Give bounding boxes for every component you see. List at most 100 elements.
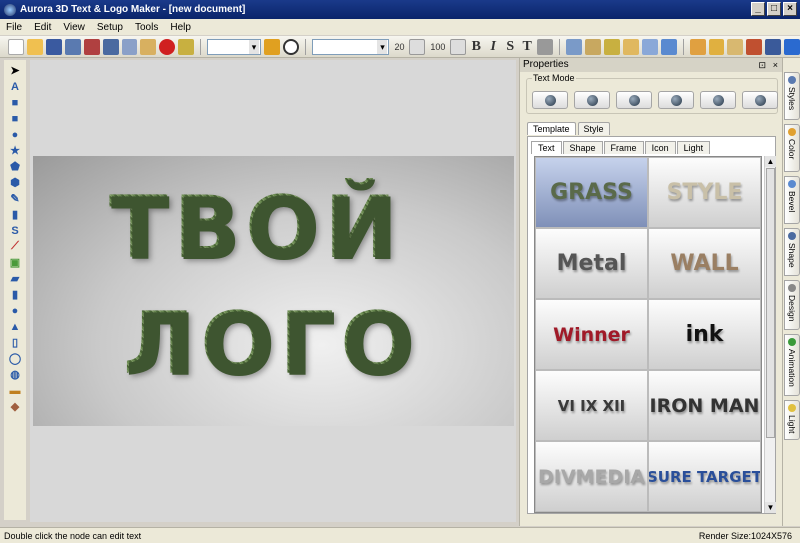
close-button[interactable]: × bbox=[783, 2, 797, 16]
scale-stepper-icon[interactable] bbox=[450, 38, 467, 55]
play-icon[interactable] bbox=[282, 38, 299, 55]
star-icon[interactable]: ★ bbox=[9, 144, 22, 157]
close-panel-icon[interactable]: × bbox=[773, 58, 778, 72]
side-tab-bevel[interactable]: Bevel bbox=[784, 176, 800, 224]
template-thumbnail[interactable]: GRASS bbox=[535, 157, 648, 228]
render-icon[interactable] bbox=[765, 38, 782, 55]
design-canvas[interactable]: ТВОЙ ЛОГО bbox=[33, 156, 514, 426]
logo-text-line-1[interactable]: ТВОЙ bbox=[109, 178, 402, 278]
copy-icon[interactable] bbox=[121, 38, 138, 55]
pen-icon[interactable]: ✎ bbox=[9, 192, 22, 205]
template-thumbnail[interactable]: WALL bbox=[648, 228, 761, 299]
strikeout-button[interactable]: S bbox=[503, 39, 517, 55]
template-thumbnail[interactable]: ink bbox=[648, 299, 761, 370]
minimize-button[interactable]: _ bbox=[751, 2, 765, 16]
side-tab-animation[interactable]: Animation bbox=[784, 334, 800, 396]
canvas-area[interactable]: ТВОЙ ЛОГО bbox=[30, 60, 516, 522]
text-mode-flat-button[interactable] bbox=[532, 91, 568, 109]
template-thumbnail[interactable]: IRON MAN bbox=[648, 370, 761, 441]
menu-edit[interactable]: Edit bbox=[34, 22, 51, 33]
side-tab-shape[interactable]: Shape bbox=[784, 228, 800, 276]
picture-icon[interactable]: ▬ bbox=[9, 384, 22, 397]
s-shape-icon[interactable]: S bbox=[9, 224, 22, 237]
scale-value[interactable]: 100 bbox=[428, 42, 447, 52]
menu-setup[interactable]: Setup bbox=[97, 22, 123, 33]
light-icon[interactable] bbox=[746, 38, 763, 55]
font-size-stepper-icon[interactable] bbox=[409, 38, 426, 55]
save-icon[interactable] bbox=[45, 38, 62, 55]
subtab-frame[interactable]: Frame bbox=[603, 141, 644, 154]
rounded-rectangle-icon[interactable]: ■ bbox=[9, 112, 22, 125]
text-icon[interactable]: A bbox=[9, 80, 22, 93]
scroll-thumb[interactable] bbox=[766, 168, 775, 438]
cone-icon[interactable]: ▲ bbox=[9, 320, 22, 333]
globe-icon[interactable]: ◍ bbox=[9, 368, 22, 381]
pin-icon[interactable]: ⊡ bbox=[758, 58, 766, 72]
scroll-down-icon[interactable]: ▼ bbox=[765, 502, 776, 513]
menu-help[interactable]: Help bbox=[170, 22, 191, 33]
layer-icon[interactable] bbox=[566, 38, 582, 55]
sphere-shape-icon[interactable]: ● bbox=[9, 304, 22, 317]
template-thumbnail[interactable]: SURE TARGET bbox=[648, 441, 761, 512]
template-thumbnail[interactable]: DIVMEDIA bbox=[535, 441, 648, 512]
sphere-icon[interactable] bbox=[660, 38, 677, 55]
subtab-shape[interactable]: Shape bbox=[562, 141, 603, 154]
italic-button[interactable]: I bbox=[486, 39, 500, 55]
menu-tools[interactable]: Tools bbox=[135, 22, 158, 33]
group-icon[interactable] bbox=[584, 38, 601, 55]
cut-icon[interactable] bbox=[102, 38, 119, 55]
subtab-icon[interactable]: Icon bbox=[644, 141, 676, 154]
menu-file[interactable]: File bbox=[6, 22, 22, 33]
side-tab-design[interactable]: Design bbox=[784, 280, 800, 330]
bold-button[interactable]: B bbox=[469, 39, 483, 55]
template-scrollbar[interactable]: ▲ ▼ bbox=[764, 156, 776, 513]
delete-icon[interactable] bbox=[159, 38, 176, 55]
circle-icon[interactable]: ● bbox=[9, 128, 22, 141]
text-mode-round-button[interactable] bbox=[616, 91, 652, 109]
line-icon[interactable]: ⟋ bbox=[9, 240, 22, 253]
logo-text-line-2[interactable]: ЛОГО bbox=[123, 294, 419, 394]
rectangle-icon[interactable]: ■ bbox=[9, 96, 22, 109]
background-icon[interactable] bbox=[784, 38, 800, 55]
menu-view[interactable]: View bbox=[63, 22, 85, 33]
text-style-button[interactable]: T bbox=[520, 39, 534, 55]
text-mode-bevel-button[interactable] bbox=[700, 91, 736, 109]
torus-icon[interactable]: ◯ bbox=[9, 352, 22, 365]
text-mode-extrude-button[interactable] bbox=[574, 91, 610, 109]
box-icon[interactable] bbox=[622, 38, 639, 55]
maximize-button[interactable]: □ bbox=[767, 2, 781, 16]
style-select[interactable] bbox=[207, 38, 261, 55]
side-tab-styles[interactable]: Styles bbox=[784, 72, 800, 120]
cylinder-icon[interactable]: ▮ bbox=[9, 288, 22, 301]
pencil-icon[interactable] bbox=[263, 38, 280, 55]
template-thumbnail[interactable]: Winner bbox=[535, 299, 648, 370]
text-mode-cap-button[interactable] bbox=[742, 91, 778, 109]
rotate-icon[interactable] bbox=[641, 38, 658, 55]
side-tab-color[interactable]: Color bbox=[784, 124, 800, 172]
tab-template[interactable]: Template bbox=[527, 122, 576, 135]
tube-icon[interactable]: ▯ bbox=[9, 336, 22, 349]
text-block-icon[interactable]: ▮ bbox=[9, 208, 22, 221]
paint-icon[interactable]: ◆ bbox=[9, 400, 22, 413]
pentagon-icon[interactable]: ⬟ bbox=[9, 160, 22, 173]
side-tab-light[interactable]: Light bbox=[784, 400, 800, 440]
font-size-value[interactable]: 20 bbox=[392, 42, 406, 52]
scroll-up-icon[interactable]: ▲ bbox=[765, 156, 776, 167]
image-icon[interactable]: ▣ bbox=[9, 256, 22, 269]
open-folder-icon[interactable] bbox=[26, 38, 43, 55]
shield-icon[interactable]: ⬢ bbox=[9, 176, 22, 189]
template-thumbnail[interactable]: VI IX XII bbox=[535, 370, 648, 441]
export-icon[interactable] bbox=[83, 38, 100, 55]
new-document-icon[interactable] bbox=[8, 38, 24, 55]
font-select[interactable] bbox=[311, 38, 390, 55]
template-thumbnail[interactable]: Metal bbox=[535, 228, 648, 299]
shape-icon[interactable] bbox=[603, 38, 620, 55]
text-tool-icon[interactable] bbox=[689, 38, 706, 55]
paste-icon[interactable] bbox=[140, 38, 157, 55]
clear-icon[interactable] bbox=[178, 38, 195, 55]
cube-icon[interactable]: ▰ bbox=[9, 272, 22, 285]
tab-style[interactable]: Style bbox=[577, 122, 610, 135]
template-thumbnail[interactable]: STYLE bbox=[648, 157, 761, 228]
text-mode-sphere-button[interactable] bbox=[658, 91, 694, 109]
text-bevel-icon[interactable] bbox=[708, 38, 725, 55]
